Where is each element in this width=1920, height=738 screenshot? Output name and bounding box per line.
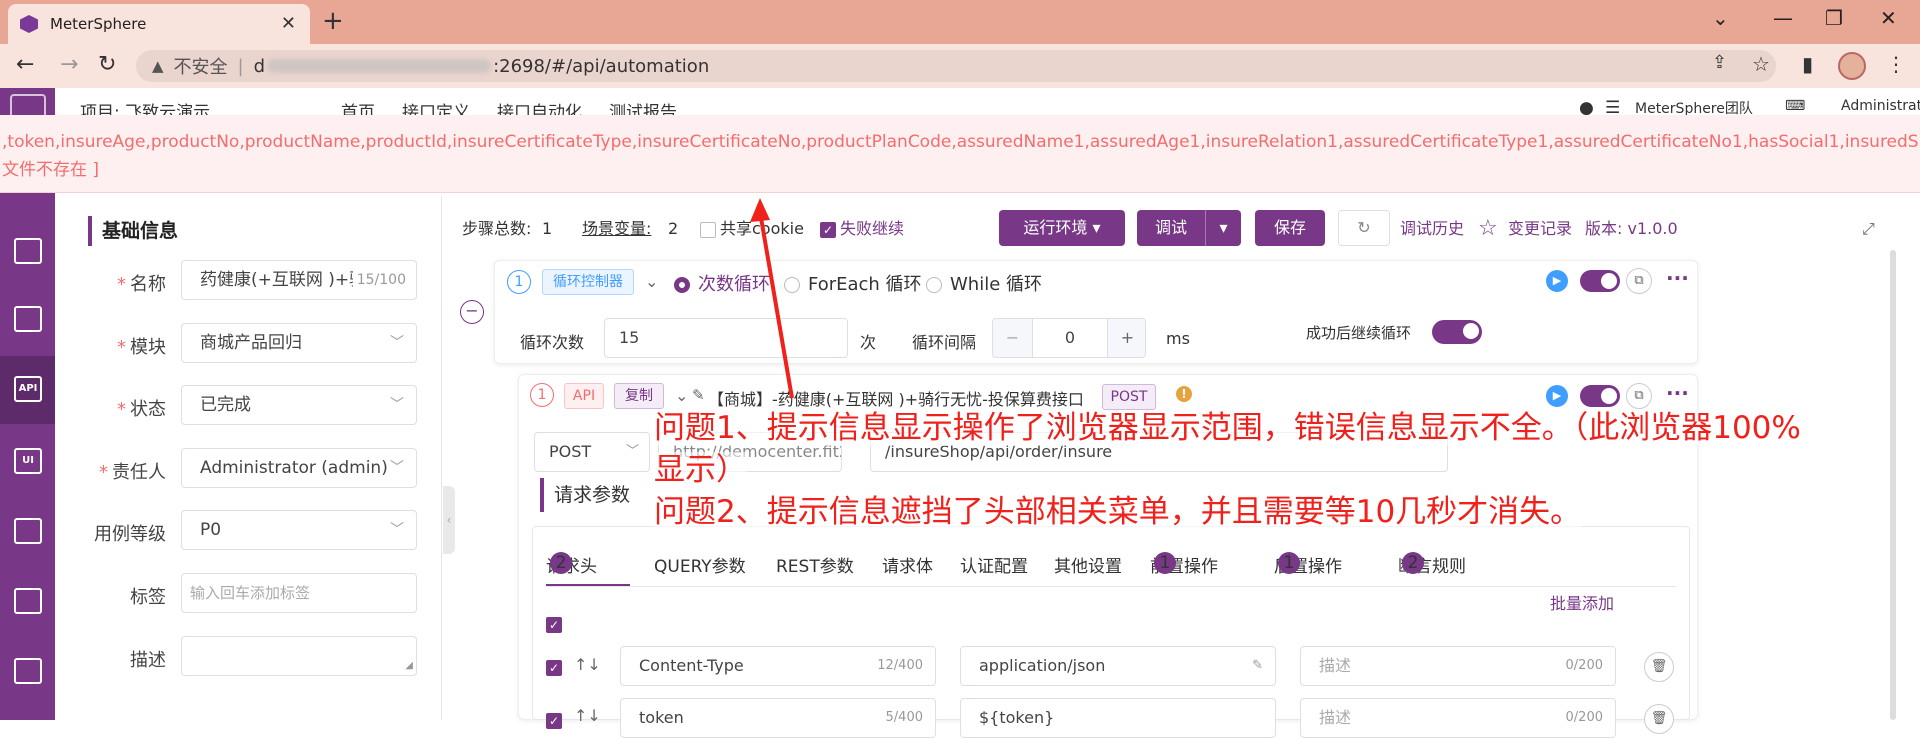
annotation-arrow — [750, 198, 794, 399]
annotation-line2: 显示） — [654, 452, 747, 488]
annotation-line1: 问题1、提示信息显示操作了浏览器显示范围，错误信息显示不全。（此浏览器100% — [654, 410, 1801, 446]
annotation-line3: 问题2、提示信息遮挡了头部相关菜单，并且需要等10几秒才消失。 — [654, 494, 1582, 530]
